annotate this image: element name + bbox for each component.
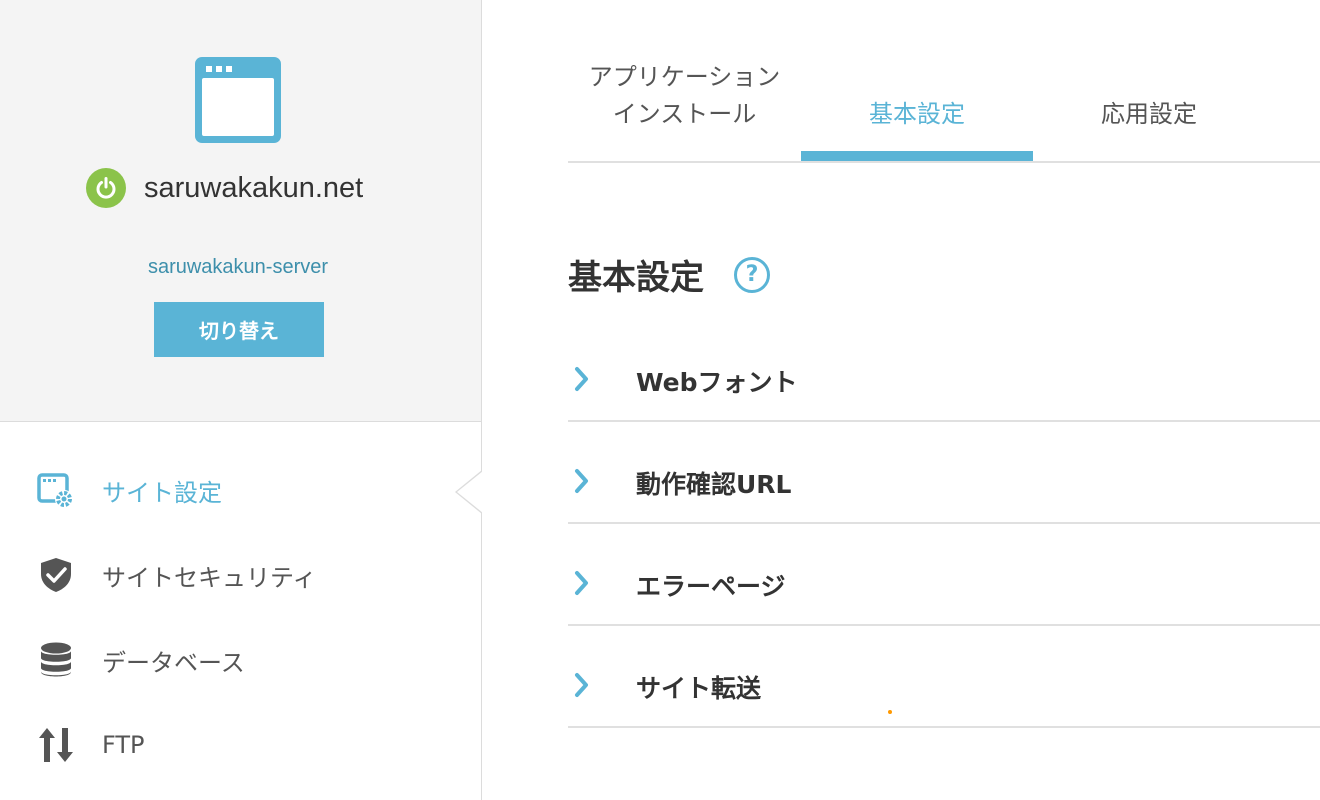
settings-accordion: Webフォント 動作確認URL エラーページ サイト転送 <box>568 320 1320 728</box>
accordion-item-web-font[interactable]: Webフォント <box>568 320 1320 422</box>
database-icon <box>36 640 76 680</box>
switch-button[interactable]: 切り替え <box>154 302 324 357</box>
accordion-label: サイト転送 <box>636 674 762 703</box>
tab-label: 応用設定 <box>1101 99 1197 128</box>
sidebar-item-ftp[interactable]: FTP <box>36 725 145 765</box>
accordion-item-error-page[interactable]: エラーページ <box>568 524 1320 626</box>
browser-window-icon <box>195 57 281 143</box>
chevron-right-icon <box>575 571 588 595</box>
sidebar-item-label: FTP <box>102 731 145 759</box>
cursor-dot <box>888 710 892 714</box>
tab-label-line1: アプリケーション <box>588 62 781 91</box>
sidebar-item-site-security[interactable]: サイトセキュリティ <box>36 555 317 595</box>
active-nav-pointer <box>455 470 483 514</box>
tab-label-line2: インストール <box>612 99 757 128</box>
sidebar-item-site-settings[interactable]: サイト設定 <box>36 470 222 510</box>
question-circle-icon[interactable]: ? <box>734 256 770 293</box>
site-domain: saruwakakun.net <box>144 171 364 204</box>
site-status-row: saruwakakun.net <box>86 166 363 210</box>
site-panel: saruwakakun.net saruwakakun-server 切り替え <box>0 0 481 422</box>
page-title: 基本設定 <box>568 258 704 298</box>
chevron-right-icon <box>575 469 588 493</box>
sidebar-item-label: サイトセキュリティ <box>102 563 317 592</box>
accordion-item-test-url[interactable]: 動作確認URL <box>568 422 1320 524</box>
chevron-right-icon <box>575 367 588 391</box>
browser-gear-icon <box>36 470 76 510</box>
tab-app-install[interactable]: アプリケーション インストール <box>568 40 801 161</box>
section-header: 基本設定 ? <box>568 250 770 299</box>
chevron-right-icon <box>575 673 588 697</box>
accordion-label: Webフォント <box>636 368 798 397</box>
tab-advanced-settings[interactable]: 応用設定 <box>1033 40 1265 161</box>
sidebar-item-database[interactable]: データベース <box>36 640 245 680</box>
accordion-label: 動作確認URL <box>636 470 792 499</box>
sidebar: saruwakakun.net saruwakakun-server 切り替え … <box>0 0 483 800</box>
tab-basic-settings[interactable]: 基本設定 <box>801 40 1033 161</box>
server-name: saruwakakun-server <box>147 256 329 278</box>
sidebar-item-label: サイト設定 <box>102 478 222 507</box>
tab-label: 基本設定 <box>869 99 965 128</box>
shield-check-icon <box>36 555 76 595</box>
accordion-label: エラーページ <box>636 572 786 601</box>
sidebar-item-label: データベース <box>102 648 245 677</box>
up-down-arrows-icon <box>36 725 76 765</box>
accordion-item-site-redirect[interactable]: サイト転送 <box>568 626 1320 728</box>
settings-tabs: アプリケーション インストール 基本設定 応用設定 <box>568 40 1320 163</box>
power-icon[interactable] <box>86 168 126 208</box>
